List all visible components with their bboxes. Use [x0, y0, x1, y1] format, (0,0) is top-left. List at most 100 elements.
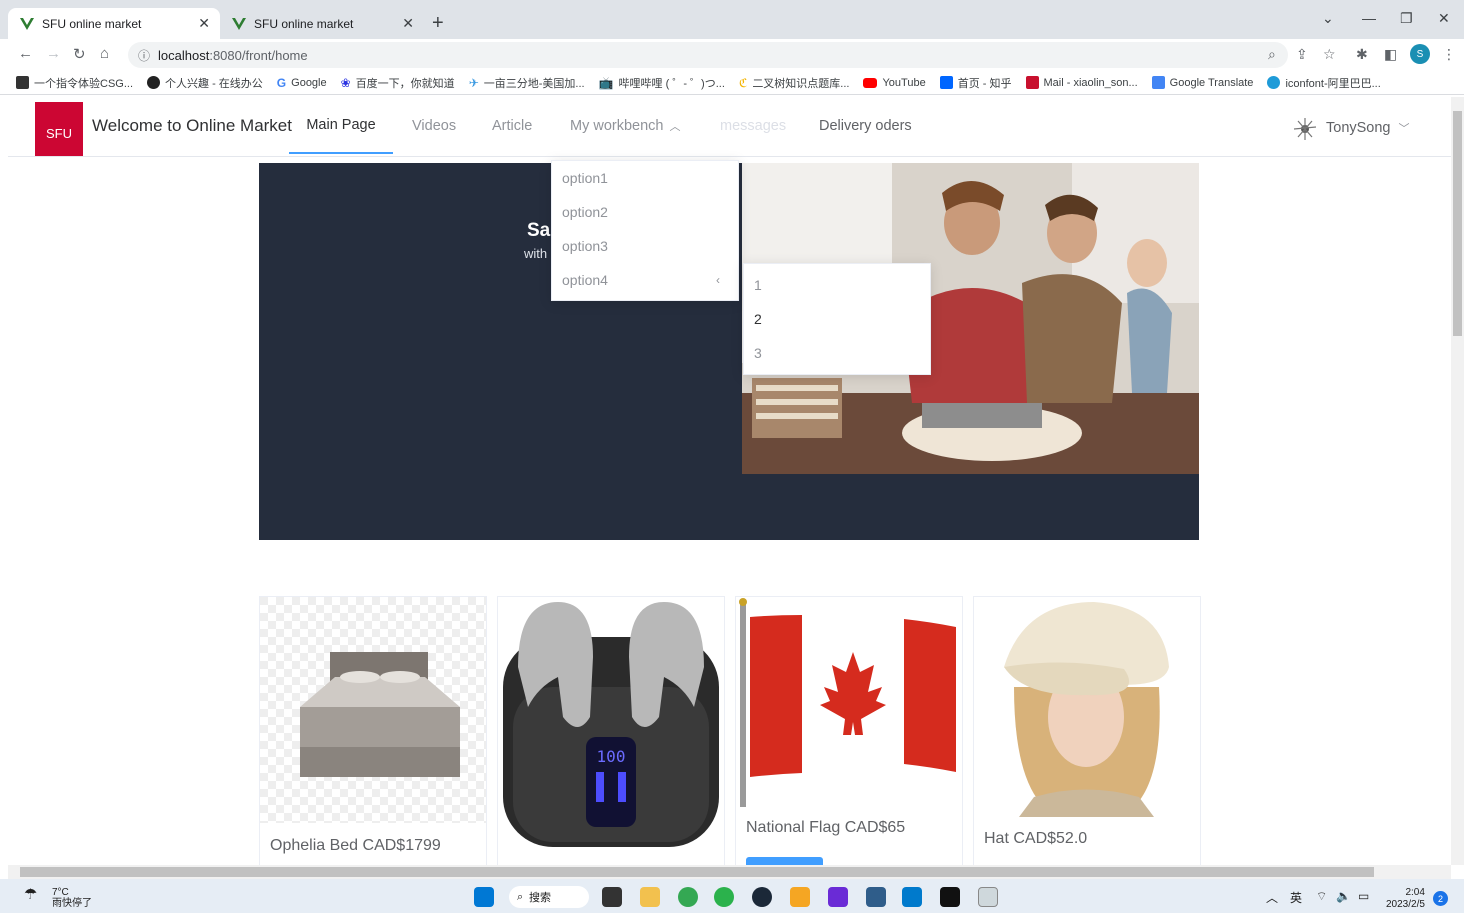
close-tab-icon[interactable]: ✕: [198, 15, 210, 32]
product-card[interactable]: Hat CAD$52.0: [973, 596, 1201, 865]
share-icon[interactable]: ⇪: [1296, 46, 1308, 63]
bookmark-item[interactable]: iconfont-阿里巴巴...: [1267, 75, 1381, 91]
volume-icon[interactable]: 🔈: [1336, 889, 1351, 903]
chrome-icon[interactable]: [678, 887, 698, 907]
scrollbar-thumb[interactable]: [1453, 111, 1462, 336]
wechat-icon[interactable]: [714, 887, 734, 907]
bookmark-label: 哔哩哔哩 ( ゜- ゜)つ...: [618, 77, 725, 90]
close-tab-icon[interactable]: ✕: [402, 15, 414, 32]
nav-label: Main Page: [306, 116, 376, 133]
bookmark-label: Google Translate: [1169, 76, 1254, 89]
bookmark-label: 一个指令体验CSG...: [34, 77, 134, 90]
bookmark-label: 首页 - 知乎: [957, 77, 1012, 90]
bookmark-label: 二叉树知识点题库...: [752, 77, 850, 90]
info-icon[interactable]: ⓘ: [138, 47, 150, 64]
browser-tab-active[interactable]: SFU online market ✕: [8, 8, 220, 39]
terminal-icon[interactable]: [940, 887, 960, 907]
close-window-icon[interactable]: ✕: [1438, 10, 1450, 27]
extensions-icon[interactable]: ✱: [1356, 46, 1368, 63]
bookmark-item[interactable]: Mail - xiaolin_son...: [1025, 76, 1138, 89]
task-view-icon[interactable]: [602, 887, 622, 907]
bookmark-item[interactable]: 个人兴趣 - 在线办公: [147, 75, 263, 91]
chevron-left-icon: ‹: [716, 273, 720, 287]
dropdown-option-2[interactable]: option2: [552, 195, 738, 229]
battery-icon[interactable]: ▭: [1358, 889, 1369, 903]
browser-tab[interactable]: SFU online market ✕: [220, 8, 424, 39]
bookmark-item[interactable]: 一个指令体验CSG...: [16, 75, 133, 91]
dropdown-option-4[interactable]: option4 ‹: [552, 263, 738, 297]
forward-icon[interactable]: →: [46, 45, 61, 62]
clock-date: 2023/2/5: [1386, 899, 1425, 910]
bookmark-label: 百度一下，你就知道: [355, 77, 455, 90]
youtube-icon: [863, 77, 878, 88]
bookmark-item[interactable]: G Google: [277, 76, 327, 90]
dropdown-option-1[interactable]: option1: [552, 161, 738, 195]
home-icon[interactable]: ⌂: [100, 45, 109, 62]
bookmark-item[interactable]: 📺 哔哩哔哩 ( ゜- ゜)つ...: [599, 75, 725, 91]
steam-icon[interactable]: [752, 887, 772, 907]
nav-delivery-orders[interactable]: Delivery oders: [819, 97, 912, 154]
new-tab-icon[interactable]: +: [432, 12, 444, 35]
app-icon[interactable]: [790, 887, 810, 907]
site-title: Welcome to Online Market: [92, 116, 292, 135]
bookmark-item[interactable]: ℭ 二叉树知识点题库...: [739, 75, 850, 91]
minimize-icon[interactable]: —: [1362, 10, 1376, 26]
sfu-logo[interactable]: SFU: [35, 102, 83, 156]
bookmark-item[interactable]: ✈ 一亩三分地-美国加...: [469, 75, 585, 91]
bookmark-item[interactable]: 首页 - 知乎: [939, 75, 1012, 91]
nav-my-workbench[interactable]: My workbench ︿: [570, 97, 680, 154]
menu-kebab-icon[interactable]: ⋮: [1442, 46, 1456, 63]
taskbar-search[interactable]: ⌕ 搜索: [509, 886, 589, 908]
windows-start-icon[interactable]: [474, 887, 494, 907]
reload-icon[interactable]: ↻: [73, 45, 86, 63]
bilibili-tv-icon: 📺: [598, 75, 614, 90]
submenu-item-1[interactable]: 1: [744, 268, 930, 302]
datagrip-icon[interactable]: [866, 887, 886, 907]
side-panel-icon[interactable]: ◧: [1384, 46, 1397, 63]
url-field[interactable]: ⓘ localhost :8080/front/home: [128, 42, 1288, 68]
hero-title: Sa: [527, 220, 551, 241]
submenu-item-3[interactable]: 3: [744, 336, 930, 370]
bookmark-label: YouTube: [882, 76, 926, 89]
bookmark-star-icon[interactable]: ☆: [1323, 46, 1336, 63]
user-menu[interactable]: TonySong ﹀: [1292, 115, 1410, 141]
nav-main-page[interactable]: Main Page: [289, 97, 393, 154]
scrollbar-thumb[interactable]: [20, 867, 1374, 877]
page-viewport: SFU Welcome to Online Market Main Page V…: [8, 97, 1451, 865]
notepad-icon[interactable]: [978, 887, 998, 907]
product-card[interactable]: 100: [497, 596, 725, 865]
bookmark-favicon-icon: [16, 76, 29, 89]
submenu-item-2[interactable]: 2: [744, 302, 930, 336]
restore-icon[interactable]: ❐: [1400, 10, 1413, 27]
zoom-icon[interactable]: ⌕: [1268, 46, 1276, 63]
wifi-icon[interactable]: ⌔: [1316, 889, 1327, 904]
option-label: option4: [562, 272, 608, 288]
ime-indicator[interactable]: 英: [1290, 889, 1302, 906]
tab-search-icon[interactable]: ⌄: [1322, 10, 1334, 27]
profile-avatar[interactable]: S: [1410, 44, 1430, 64]
clock-time: 2:04: [1405, 887, 1425, 898]
tray-expand-icon[interactable]: ︿: [1266, 889, 1278, 906]
file-explorer-icon[interactable]: [640, 887, 660, 907]
product-card[interactable]: National Flag CAD$65: [735, 596, 963, 865]
horizontal-scrollbar[interactable]: [8, 865, 1451, 879]
bookmark-label: Mail - xiaolin_son...: [1043, 76, 1138, 89]
system-clock[interactable]: 2:04 2023/2/5: [1386, 887, 1425, 911]
vertical-scrollbar[interactable]: [1451, 97, 1464, 865]
product-card[interactable]: Ophelia Bed CAD$1799: [259, 596, 487, 865]
intellij-icon[interactable]: [828, 887, 848, 907]
back-icon[interactable]: ←: [18, 45, 33, 62]
bookmark-item[interactable]: ❀ 百度一下，你就知道: [341, 75, 455, 91]
dropdown-option-3[interactable]: option3: [552, 229, 738, 263]
bookmark-item[interactable]: Google Translate: [1151, 76, 1254, 89]
bookmarks-bar: 一个指令体验CSG... 个人兴趣 - 在线办公 G Google ❀ 百度一下，你…: [0, 71, 1464, 95]
buy-button[interactable]: [746, 857, 823, 865]
nav-article[interactable]: Article: [492, 97, 532, 154]
nav-videos[interactable]: Videos: [412, 97, 456, 154]
product-caption: National Flag CAD$65: [746, 819, 906, 836]
vscode-icon[interactable]: [902, 887, 922, 907]
submenu-label: 2: [754, 311, 762, 327]
nav-label: My workbench: [570, 117, 664, 134]
notification-badge[interactable]: 2: [1433, 891, 1448, 906]
bookmark-item[interactable]: YouTube: [863, 76, 926, 89]
